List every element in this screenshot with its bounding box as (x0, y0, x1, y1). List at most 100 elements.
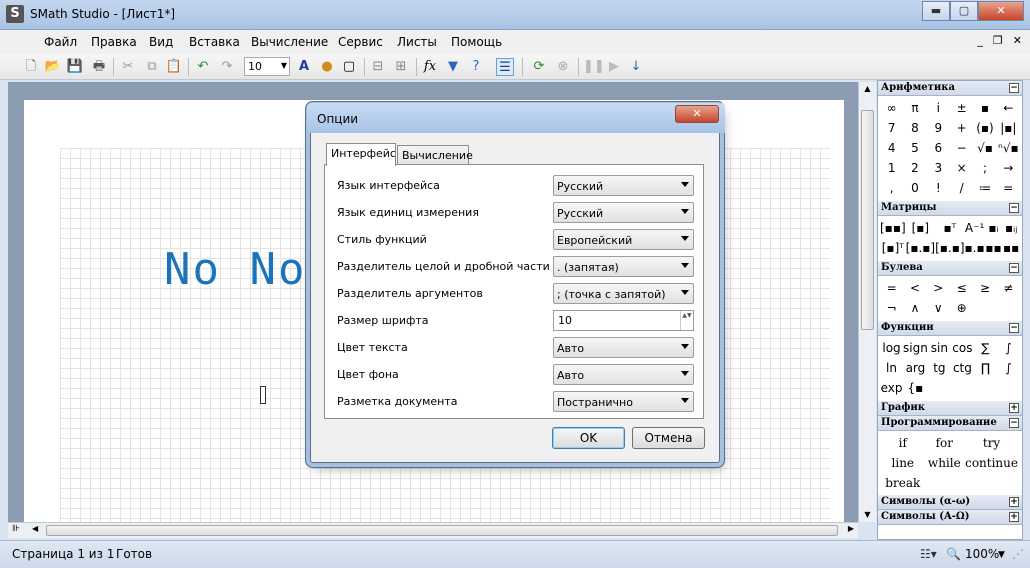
arithmetic-symbol[interactable]: π (903, 98, 926, 118)
help-icon[interactable]: ? (467, 58, 485, 76)
arithmetic-symbol[interactable]: i (927, 98, 950, 118)
chevron-down-icon[interactable] (681, 236, 689, 241)
arithmetic-symbol[interactable]: 8 (903, 118, 926, 138)
collapse-icon[interactable]: − (1009, 263, 1019, 273)
boolean-symbol[interactable]: ≥ (973, 278, 996, 298)
text-color-icon[interactable]: A (295, 58, 313, 76)
horizontal-scrollbar[interactable]: ⊪ ◀ ▶ (8, 522, 858, 538)
arithmetic-symbol[interactable]: (▪) (973, 118, 996, 138)
chevron-down-icon[interactable] (681, 263, 689, 268)
prog-for[interactable]: for (924, 433, 966, 453)
matrix-symbol[interactable]: ▪▪ (1002, 238, 1020, 258)
function-symbol[interactable]: sign (903, 338, 928, 358)
vertical-scrollbar[interactable]: ▲ ▼ (858, 82, 876, 522)
section-graph[interactable]: График + (878, 401, 1022, 416)
arithmetic-symbol[interactable]: ≔ (973, 178, 996, 198)
chevron-down-icon[interactable] (681, 209, 689, 214)
arithmetic-symbol[interactable]: − (950, 138, 973, 158)
function-symbol[interactable]: arg (903, 358, 928, 378)
matrix-symbol[interactable]: [▪▪] (880, 218, 906, 238)
section-boolean[interactable]: Булева − (878, 261, 1022, 276)
expand-icon[interactable]: + (1009, 512, 1019, 522)
arithmetic-symbol[interactable]: 3 (927, 158, 950, 178)
split-icon[interactable]: ⊪ (12, 524, 20, 534)
section-programming[interactable]: Программирование − (878, 416, 1022, 431)
boolean-symbol[interactable]: < (903, 278, 926, 298)
prog-while[interactable]: while (924, 453, 966, 473)
option-select[interactable]: Постранично (553, 391, 694, 412)
border-icon[interactable]: ▢ (340, 58, 358, 76)
chevron-down-icon[interactable] (681, 182, 689, 187)
redo-icon[interactable]: ↷ (218, 58, 236, 76)
arithmetic-symbol[interactable]: → (997, 158, 1020, 178)
boolean-symbol[interactable]: ¬ (880, 298, 903, 318)
arithmetic-symbol[interactable]: ⁿ√▪ (997, 138, 1020, 158)
layout-icon[interactable]: ☷▾ (920, 547, 937, 561)
boolean-symbol[interactable]: ∨ (927, 298, 950, 318)
arithmetic-symbol[interactable]: √▪ (973, 138, 996, 158)
scroll-right-icon[interactable]: ▶ (848, 524, 854, 533)
function-symbol[interactable]: ∫ (997, 338, 1020, 358)
matrix-symbol[interactable]: ▪ᵀ (935, 218, 964, 238)
function-symbol[interactable]: ln (880, 358, 903, 378)
prog-try[interactable]: try (965, 433, 1018, 453)
dialog-title-bar[interactable]: Опции ✕ (307, 103, 725, 133)
scroll-down-icon[interactable]: ▼ (859, 508, 876, 522)
maximize-button[interactable]: ▢ (950, 1, 978, 21)
play-icon[interactable]: ▶ (605, 58, 623, 76)
chevron-down-icon[interactable]: ▼ (998, 550, 1005, 560)
menu-calculation[interactable]: Вычисление (251, 35, 328, 49)
arithmetic-symbol[interactable]: ∞ (880, 98, 903, 118)
section-matrices[interactable]: Матрицы − (878, 201, 1022, 216)
arithmetic-symbol[interactable]: 7 (880, 118, 903, 138)
function-symbol[interactable]: cos (951, 338, 974, 358)
save-icon[interactable]: 💾 (66, 58, 84, 76)
function-icon[interactable]: fx (421, 58, 439, 76)
prog-continue[interactable]: continue (965, 453, 1018, 473)
option-select[interactable]: . (запятая) (553, 256, 694, 277)
minimize-button[interactable]: ▬ (922, 1, 950, 21)
stop-icon[interactable]: ⊗ (554, 58, 572, 76)
arithmetic-symbol[interactable]: 9 (927, 118, 950, 138)
copy-icon[interactable]: ⧉ (143, 58, 161, 76)
ok-button[interactable]: OK (552, 427, 625, 449)
arithmetic-symbol[interactable]: ← (997, 98, 1020, 118)
arithmetic-symbol[interactable]: ; (973, 158, 996, 178)
option-select[interactable]: Авто (553, 337, 694, 358)
mdi-minimize-button[interactable]: _ (977, 34, 983, 47)
menu-service[interactable]: Сервис (338, 35, 383, 49)
mdi-close-button[interactable]: ✕ (1013, 34, 1022, 47)
pause-icon[interactable]: ❚❚ (583, 58, 605, 76)
matrix-symbol[interactable]: ▪▪ (985, 238, 1003, 258)
boolean-symbol[interactable]: ∧ (903, 298, 926, 318)
arithmetic-symbol[interactable]: 2 (903, 158, 926, 178)
arithmetic-symbol[interactable]: 1 (880, 158, 903, 178)
print-icon[interactable]: 🖶 (90, 58, 108, 76)
section-arithmetic[interactable]: Арифметика − (878, 81, 1022, 96)
function-symbol[interactable]: tg (928, 358, 951, 378)
prog-break[interactable]: break (882, 473, 924, 493)
function-symbol[interactable]: sin (928, 338, 951, 358)
function-symbol[interactable]: ∏ (974, 358, 997, 378)
recalculate-icon[interactable]: ⟳ (530, 58, 548, 76)
panel-toggle-icon[interactable]: ☰ (496, 58, 514, 76)
arithmetic-symbol[interactable]: ± (950, 98, 973, 118)
function-symbol[interactable]: ctg (951, 358, 974, 378)
expand-icon[interactable]: + (1009, 403, 1019, 413)
scroll-left-icon[interactable]: ◀ (32, 524, 38, 533)
chevron-down-icon[interactable] (681, 371, 689, 376)
section-greek-lower[interactable]: Символы (α-ω) + (878, 495, 1022, 510)
option-select[interactable]: ; (точка с запятой) (553, 283, 694, 304)
function-symbol[interactable]: exp (880, 378, 903, 398)
new-file-icon[interactable]: 🗋 (22, 58, 40, 76)
mdi-restore-button[interactable]: ❐ (993, 34, 1003, 47)
chevron-down-icon[interactable] (681, 344, 689, 349)
collapse-icon[interactable]: − (1009, 83, 1019, 93)
section-greek-upper[interactable]: Символы (Α-Ω) + (878, 510, 1022, 525)
arithmetic-symbol[interactable]: , (880, 178, 903, 198)
boolean-symbol[interactable]: ≠ (997, 278, 1020, 298)
chevron-down-icon[interactable] (681, 398, 689, 403)
undo-icon[interactable]: ↶ (194, 58, 212, 76)
prog-line[interactable]: line (882, 453, 924, 473)
option-select[interactable]: Русский (553, 175, 694, 196)
